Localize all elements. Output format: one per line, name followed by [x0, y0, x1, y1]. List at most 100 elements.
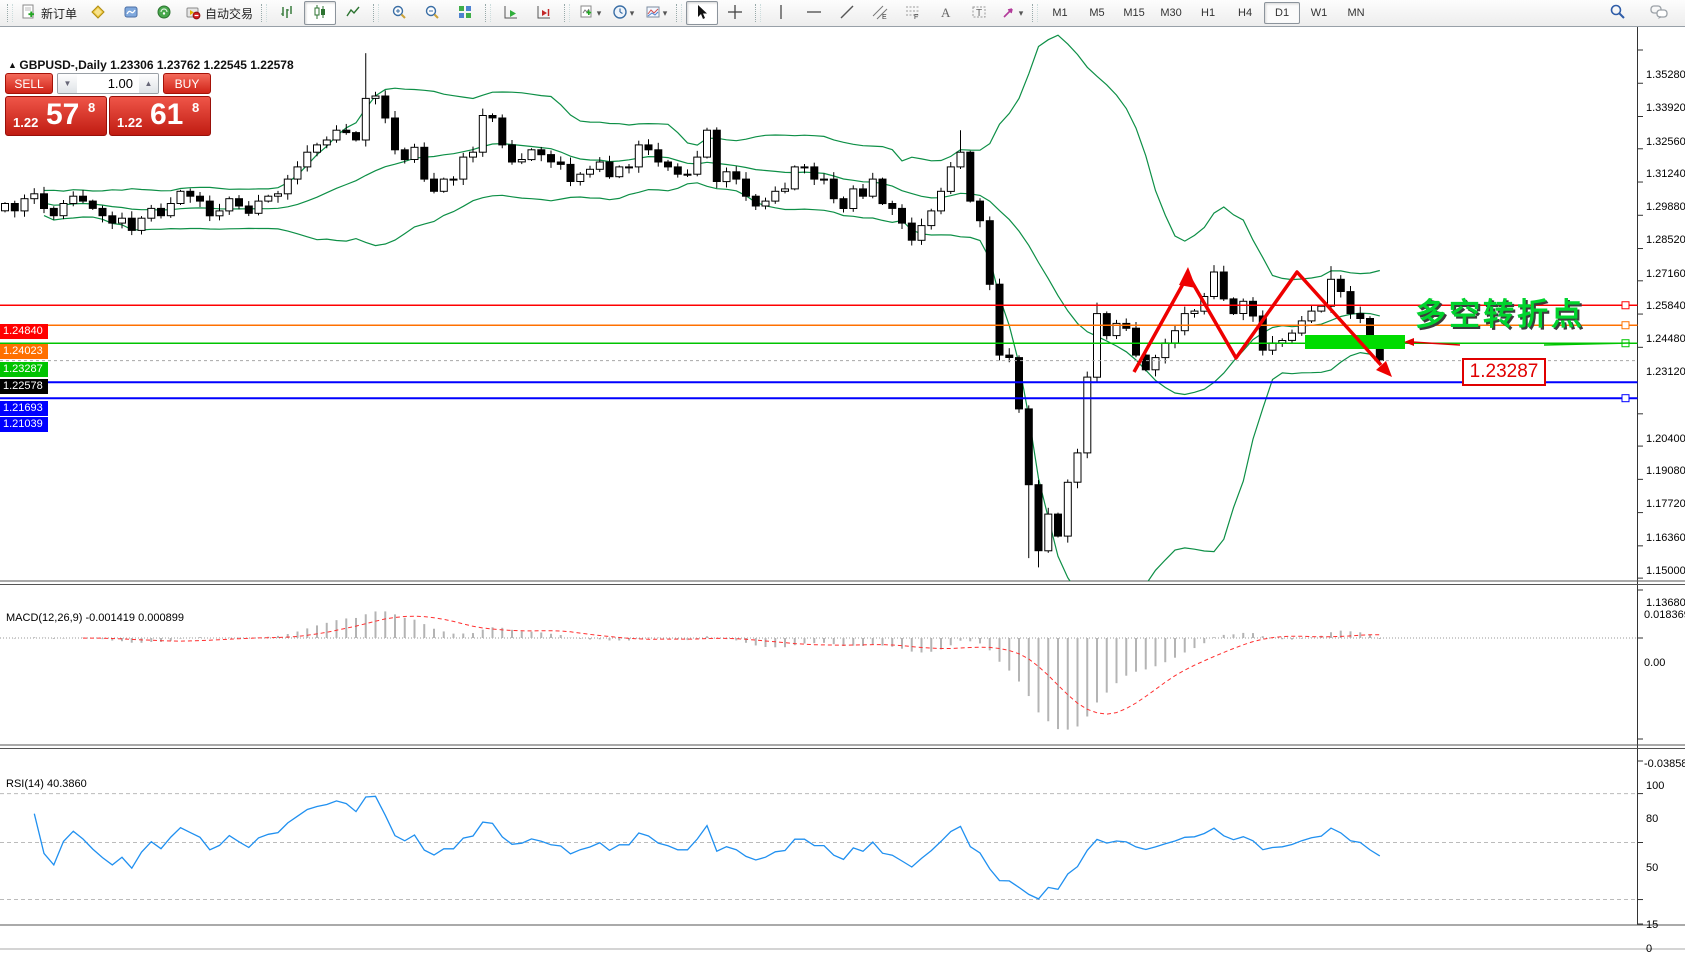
- price-tick: 1.15000: [1646, 565, 1685, 577]
- chart-profile-button[interactable]: ▾: [640, 1, 672, 25]
- chart-title: ▲ GBPUSD-,Daily 1.23306 1.23762 1.22545 …: [8, 58, 294, 72]
- toolbar-grip[interactable]: [564, 4, 570, 22]
- price-tick: 1.33920: [1646, 102, 1685, 114]
- sell-button[interactable]: SELL: [5, 73, 53, 94]
- chart-canvas[interactable]: [0, 27, 1685, 950]
- horizontal-lines[interactable]: [0, 302, 1638, 402]
- one-click-trading-panel: SELL ▼ 1.00 ▲ BUY 1.22 57 8 1.22 61 8: [5, 73, 211, 136]
- line-chart-button[interactable]: [337, 1, 369, 25]
- search-button[interactable]: [1601, 1, 1633, 25]
- main-toolbar: 新订单 自动交易: [0, 0, 1685, 27]
- auto-scroll-icon: [503, 4, 519, 23]
- turning-point-annotation[interactable]: 多空转折点: [1415, 289, 1585, 334]
- equidistant-channel-button[interactable]: E: [864, 1, 896, 25]
- panel-splitter-rsi[interactable]: [0, 745, 1685, 749]
- zoom-out-button[interactable]: [416, 1, 448, 25]
- zoom-in-button[interactable]: [383, 1, 415, 25]
- chat-button[interactable]: [1643, 1, 1675, 25]
- new-order-button[interactable]: 新订单: [17, 1, 81, 25]
- fibonacci-button[interactable]: F: [897, 1, 929, 25]
- new-chart-button[interactable]: ▾: [574, 1, 606, 25]
- tab-d1[interactable]: D1: [1264, 2, 1300, 24]
- chart-shift-button[interactable]: [528, 1, 560, 25]
- rsi-axis-tick: 50: [1646, 862, 1658, 874]
- auto-trading-button[interactable]: 自动交易: [181, 1, 257, 25]
- candlestick-chart-button[interactable]: [304, 1, 336, 25]
- volume-down-button[interactable]: ▼: [58, 74, 77, 93]
- dropdown-caret-icon: ▾: [597, 8, 602, 19]
- toolbar-grip[interactable]: [755, 4, 761, 22]
- volume-up-button[interactable]: ▲: [139, 74, 158, 93]
- trendline-icon: [839, 4, 855, 23]
- price-tick: 1.31240: [1646, 168, 1685, 180]
- periods-button[interactable]: ▾: [607, 1, 639, 25]
- toolbar-grip[interactable]: [1032, 4, 1038, 22]
- price-callout-box[interactable]: 1.23287: [1462, 358, 1546, 386]
- toolbar-grip[interactable]: [261, 4, 267, 22]
- trendline-button[interactable]: [831, 1, 863, 25]
- bar-chart-button[interactable]: [271, 1, 303, 25]
- bar-chart-icon: [279, 4, 295, 23]
- buy-price-button[interactable]: 1.22 61 8: [109, 96, 211, 136]
- new-order-icon: [21, 4, 37, 23]
- text-label-button[interactable]: T: [963, 1, 995, 25]
- dropdown-caret-icon: ▾: [663, 8, 668, 19]
- cursor-button[interactable]: [686, 1, 718, 25]
- svg-text:T: T: [976, 8, 982, 19]
- chart-window: ▲ GBPUSD-,Daily 1.23306 1.23762 1.22545 …: [0, 27, 1685, 950]
- macd-signal-line: [83, 616, 1380, 714]
- hline-price-chip: 1.24840: [0, 324, 48, 339]
- arrows-tool-button[interactable]: ▾: [996, 1, 1028, 25]
- buy-price-sup: 8: [192, 100, 199, 115]
- buy-button[interactable]: BUY: [163, 73, 211, 94]
- hline-price-chip: 1.21693: [0, 401, 48, 416]
- tab-h1[interactable]: H1: [1190, 2, 1226, 24]
- macd-histogram: [5, 611, 1380, 729]
- tab-m30[interactable]: M30: [1153, 2, 1189, 24]
- toolbar-grip[interactable]: [373, 4, 379, 22]
- navigator-button[interactable]: [148, 1, 180, 25]
- auto-scroll-button[interactable]: [495, 1, 527, 25]
- toolbar-grip[interactable]: [676, 4, 682, 22]
- crosshair-button[interactable]: [719, 1, 751, 25]
- chat-icon: [1650, 4, 1668, 23]
- panel-splitter-macd[interactable]: [0, 581, 1685, 585]
- chart-symbol: GBPUSD-,Daily: [19, 58, 106, 72]
- toolbar-grip[interactable]: [485, 4, 491, 22]
- macd-indicator-label: MACD(12,26,9) -0.001419 0.000899: [6, 612, 184, 624]
- date-axis[interactable]: [0, 953, 1685, 976]
- tab-w1[interactable]: W1: [1301, 2, 1337, 24]
- fibonacci-icon: F: [905, 4, 921, 23]
- price-tick: 1.24480: [1646, 333, 1685, 345]
- tab-mn[interactable]: MN: [1338, 2, 1374, 24]
- new-chart-icon: [579, 4, 595, 23]
- arrows-tool-icon: [1001, 4, 1017, 23]
- rsi-axis-tick: 15: [1646, 919, 1658, 931]
- macd-axis-tick: -0.038585: [1644, 758, 1685, 770]
- toolbar-grip[interactable]: [7, 4, 13, 22]
- crosshair-icon: [727, 4, 743, 23]
- market-watch-button[interactable]: [82, 1, 114, 25]
- vertical-line-button[interactable]: [765, 1, 797, 25]
- buy-price-big: 61: [150, 98, 183, 132]
- volume-value[interactable]: 1.00: [77, 74, 139, 93]
- bid-price-chip: 1.22578: [0, 379, 48, 394]
- tile-windows-button[interactable]: [449, 1, 481, 25]
- volume-stepper: ▼ 1.00 ▲: [57, 73, 159, 94]
- candlestick-chart-icon: [312, 4, 328, 23]
- chart-shift-icon: [536, 4, 552, 23]
- sell-price-big: 57: [46, 98, 79, 132]
- sell-price-button[interactable]: 1.22 57 8: [5, 96, 107, 136]
- tab-m15[interactable]: M15: [1116, 2, 1152, 24]
- rsi-axis-tick: 100: [1646, 780, 1664, 792]
- price-tick: 1.29880: [1646, 201, 1685, 213]
- data-window-icon: [123, 4, 139, 23]
- tab-m1[interactable]: M1: [1042, 2, 1078, 24]
- horizontal-line-button[interactable]: [798, 1, 830, 25]
- data-window-button[interactable]: [115, 1, 147, 25]
- price-tick: 1.35280: [1646, 69, 1685, 81]
- tab-h4[interactable]: H4: [1227, 2, 1263, 24]
- price-tick: 1.17720: [1646, 498, 1685, 510]
- text-button[interactable]: A: [930, 1, 962, 25]
- tab-m5[interactable]: M5: [1079, 2, 1115, 24]
